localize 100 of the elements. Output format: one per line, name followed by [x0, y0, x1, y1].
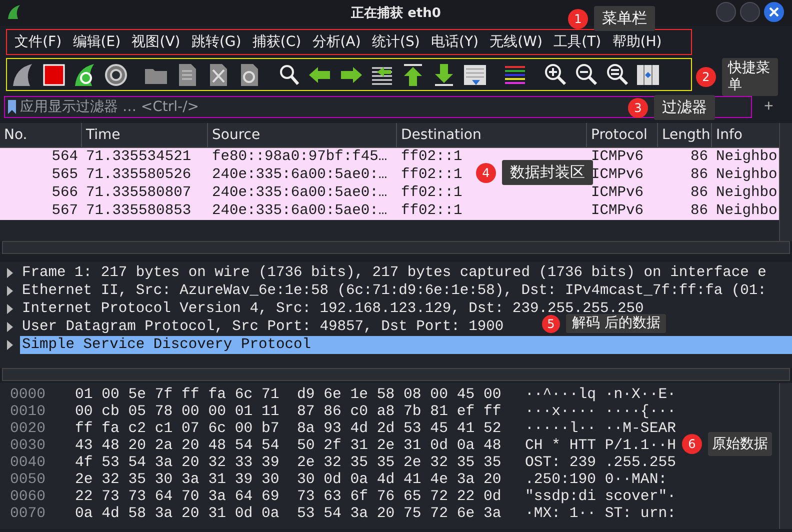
hex-bytes: 00 cb 05 78 00 00 01 11 87 86 c0 a8 7b 81 ef ff: [75, 404, 502, 421]
add-filter-button[interactable]: +: [764, 98, 774, 116]
ascii-bytes: OST: 239 .255.255: [525, 455, 676, 472]
hex-bytes: 01 00 5e 7f ff fa 6c 71 d9 6e 1e 58 08 00 45 00: [75, 387, 502, 404]
packet-row[interactable]: 564 71.335534521 fe80::98a0:97bf:f45… ff02::1 ICMPv6 86 Neighbo: [0, 148, 780, 166]
vertical-scrollbar[interactable]: [779, 383, 792, 529]
packet-row[interactable]: 567 71.335580853 240e:335:6a00:5ae0:… ff02::1 ICMPv6 86 Neighbo: [0, 202, 780, 220]
byte-offset: 0070: [10, 506, 47, 523]
table-cell: Neighbo: [716, 203, 778, 219]
table-cell: ff02::1: [401, 203, 462, 219]
table-cell: 240e:335:6a00:5ae0:…: [212, 167, 388, 183]
detail-item[interactable]: Frame 1: 217 bytes on wire (1736 bits), 217 bytes captured (1736 bits) on interface e: [20, 264, 766, 282]
zoom-reset-icon[interactable]: [604, 62, 630, 88]
close-button[interactable]: [764, 2, 784, 22]
table-cell: 71.335580853: [86, 203, 192, 219]
menu-item[interactable]: 电话(Y): [425, 33, 484, 51]
hex-bytes: 2e 32 35 30 3a 31 39 30 30 0d 0a 4d 41 4e 3a 20: [75, 472, 502, 489]
hex-bytes: 43 48 20 2a 20 48 54 54 50 2f 31 2e 31 0d 0a 48: [75, 438, 502, 455]
table-cell: 564: [52, 149, 78, 165]
byte-offset: 0030: [10, 438, 47, 455]
table-cell: fe80::98a0:97bf:f45…: [212, 149, 388, 165]
menu-item[interactable]: 跳转(G): [186, 33, 247, 51]
menu-item[interactable]: 统计(S): [366, 33, 426, 51]
column-header[interactable]: Protocol: [587, 123, 658, 147]
ascii-bytes: ··^···lq ·n·X··E·: [525, 387, 676, 404]
horizontal-scrollbar[interactable]: [2, 368, 790, 381]
byte-offset: 0060: [10, 489, 47, 506]
table-cell: 86: [690, 149, 708, 165]
expand-arrow-icon[interactable]: [6, 286, 14, 296]
expand-arrow-icon[interactable]: [6, 322, 14, 332]
table-cell: 565: [52, 167, 78, 183]
column-header[interactable]: Time: [82, 123, 208, 147]
table-cell: Neighbo: [716, 149, 778, 165]
vertical-scrollbar[interactable]: [779, 123, 792, 241]
zoom-in-icon[interactable]: [542, 62, 568, 88]
detail-item[interactable]: User Datagram Protocol, Src Port: 49857, Dst Port: 1900: [20, 318, 504, 336]
byte-offset: 0010: [10, 404, 47, 421]
callout-tooltip: 菜单栏: [594, 6, 655, 31]
column-header[interactable]: Length: [658, 123, 712, 147]
table-cell: 86: [690, 203, 708, 219]
ascii-bytes: ·MX: 1·· ST: urn:: [525, 506, 676, 523]
column-header[interactable]: No.: [0, 123, 82, 147]
zoom-out-icon[interactable]: [573, 62, 599, 88]
table-cell: ICMPv6: [591, 185, 644, 201]
menu-item[interactable]: 工具(T): [548, 33, 607, 51]
table-cell: 240e:335:6a00:5ae0:…: [212, 185, 388, 201]
table-cell: 71.335580807: [86, 185, 192, 201]
window-title: 正在捕获 eth0: [351, 5, 441, 22]
bookmark-icon[interactable]: [8, 100, 16, 114]
detail-item[interactable]: Simple Service Discovery Protocol: [20, 336, 792, 354]
callout-tooltip: 快捷菜单: [722, 58, 778, 96]
number-tooltip: 2: [696, 67, 716, 87]
menu-item[interactable]: 捕获(C): [246, 33, 307, 51]
hex-bytes: ff fa c2 c1 07 6c 00 b7 8a 93 4d 2d 53 45 41 52: [75, 421, 502, 438]
callout-tooltip: 原始数据: [708, 432, 772, 456]
table-cell: ICMPv6: [591, 203, 644, 219]
expand-arrow-icon[interactable]: [6, 340, 14, 350]
table-cell: 566: [52, 185, 78, 201]
menu-item[interactable]: 视图(V): [126, 33, 186, 51]
horizontal-scrollbar[interactable]: [2, 241, 790, 254]
callout-tooltip: 数据封装区: [502, 160, 593, 185]
table-cell: Neighbo: [716, 167, 778, 183]
detail-item[interactable]: Ethernet II, Src: AzureWav_6e:1e:58 (6c:71:d9:6e:1e:58), Dst: IPv4mcast_7f:ff:fa (01:: [20, 282, 766, 300]
shark-fin-icon: [6, 4, 22, 20]
ascii-bytes: .250:190 0··MAN:: [525, 472, 668, 489]
ascii-bytes: ·····l·· ··M-SEAR: [525, 421, 676, 438]
stop-icon[interactable]: [41, 62, 67, 88]
table-cell: Neighbo: [716, 185, 778, 201]
table-cell: 240e:335:6a00:5ae0:…: [212, 203, 388, 219]
gear-icon[interactable]: [103, 62, 129, 88]
column-header[interactable]: Destination: [397, 123, 587, 147]
menu-item[interactable]: 帮助(H): [606, 33, 668, 51]
column-header[interactable]: Source: [208, 123, 397, 147]
ascii-bytes: ···x···· ····{···: [525, 404, 676, 421]
byte-offset: 0020: [10, 421, 47, 438]
table-cell: 86: [690, 185, 708, 201]
byte-offset: 0000: [10, 387, 47, 404]
table-cell: ff02::1: [401, 167, 462, 183]
ascii-bytes: CH * HTT P/1.1··H: [525, 438, 676, 455]
byte-offset: 0050: [10, 472, 47, 489]
expand-arrow-icon[interactable]: [6, 304, 14, 314]
expand-arrow-icon[interactable]: [6, 268, 14, 278]
table-cell: ff02::1: [401, 149, 462, 165]
table-cell: 86: [690, 167, 708, 183]
packet-row[interactable]: 566 71.335580807 240e:335:6a00:5ae0:… ff02::1 ICMPv6 86 Neighbo: [0, 184, 780, 202]
menu-item[interactable]: 无线(W): [484, 33, 548, 51]
table-cell: ICMPv6: [591, 167, 644, 183]
table-cell: 71.335580526: [86, 167, 192, 183]
hex-bytes: 4f 53 54 3a 20 32 33 39 2e 32 35 35 2e 32 35 35: [75, 455, 502, 472]
callout-tooltip: 过滤器: [654, 95, 715, 120]
table-cell: ff02::1: [401, 185, 462, 201]
menu-item[interactable]: 编辑(E): [67, 33, 126, 51]
table-cell: ICMPv6: [591, 149, 644, 165]
table-cell: 71.335534521: [86, 149, 192, 165]
menu-item[interactable]: 文件(F): [9, 33, 68, 51]
byte-offset: 0040: [10, 455, 47, 472]
table-cell: 567: [52, 203, 78, 219]
menu-item[interactable]: 分析(A): [306, 33, 366, 51]
close-icon: [769, 7, 779, 17]
hex-bytes: 22 73 73 64 70 3a 64 69 73 63 6f 76 65 72 22 0d: [75, 489, 502, 506]
